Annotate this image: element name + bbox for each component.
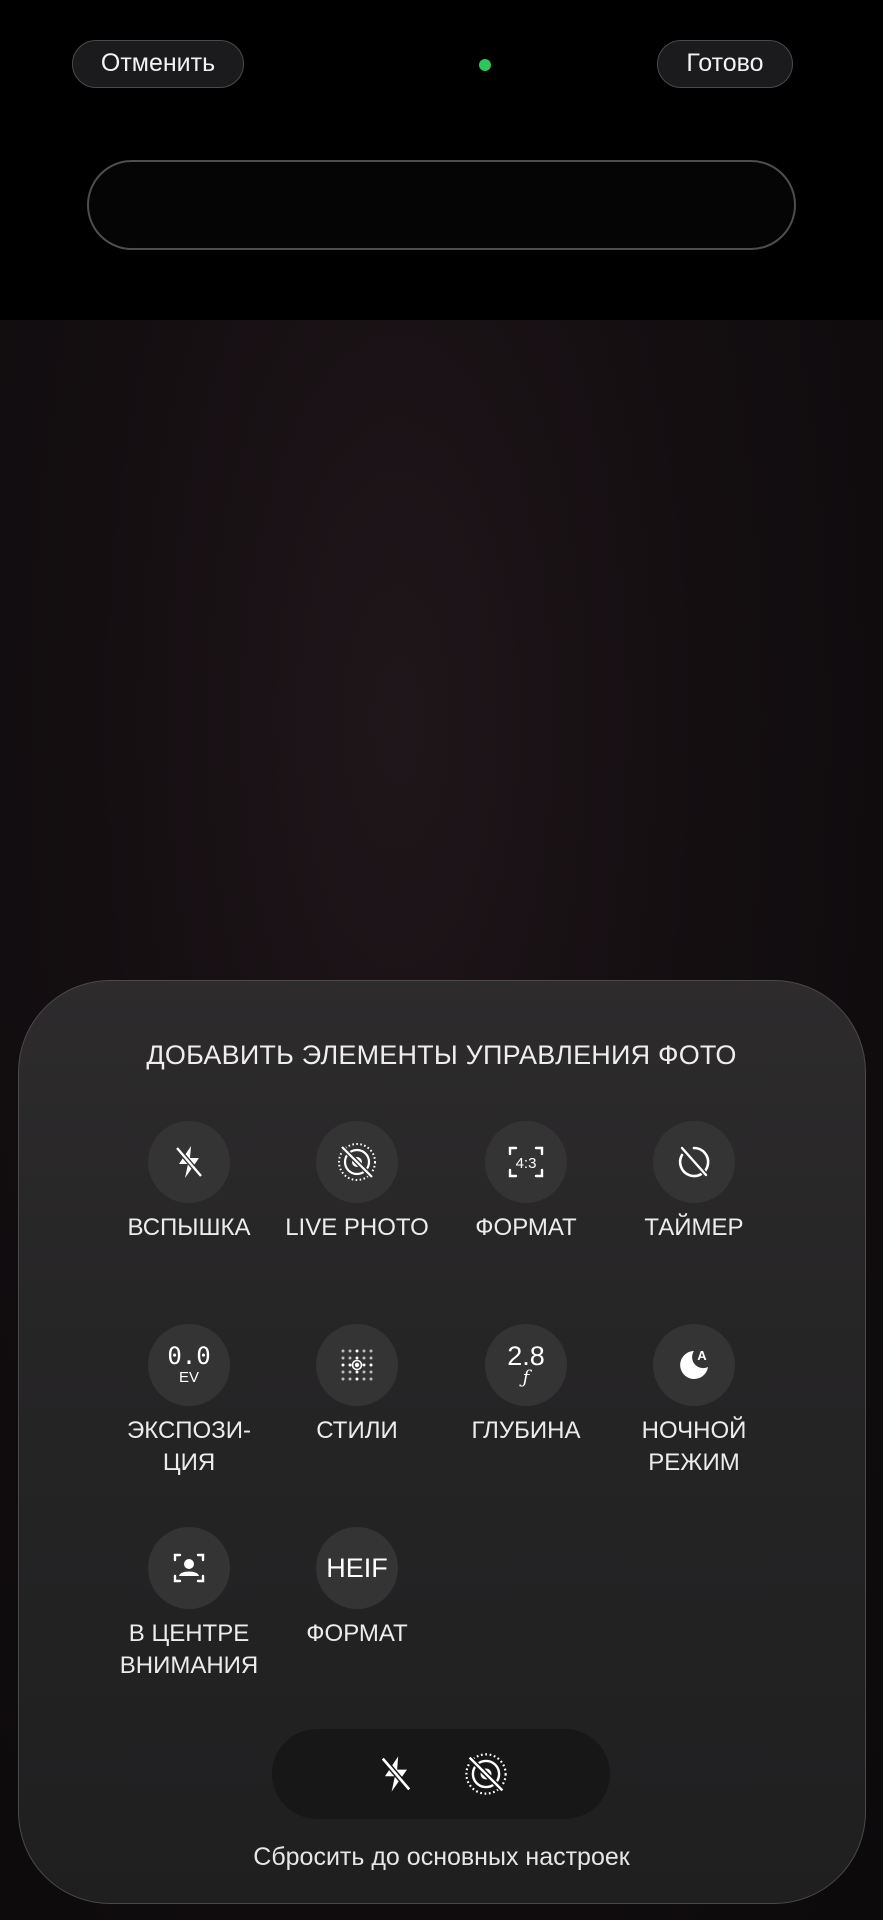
center-stage-icon: [173, 1553, 205, 1583]
top-bar: Отменить Готово: [0, 0, 883, 320]
control-live-photo[interactable]: [316, 1121, 398, 1203]
night-mode-badge: A: [697, 1348, 707, 1363]
styles-dot: [348, 1370, 352, 1374]
styles-dot: [355, 1349, 359, 1353]
styles-dot: [362, 1356, 366, 1360]
flash-off-icon[interactable]: [374, 1752, 418, 1796]
flash-off-icon: [175, 1146, 203, 1178]
styles-dot: [341, 1356, 345, 1360]
control-heif-format[interactable]: HEIF: [316, 1527, 398, 1609]
reset-controls-button[interactable]: Сбросить до основных настроек: [0, 1843, 883, 1872]
styles-dot: [348, 1349, 352, 1353]
control-styles[interactable]: [316, 1324, 398, 1406]
control-label: ФОРМАТ: [475, 1214, 577, 1241]
control-label: НОЧНОЙ РЕЖИМ: [641, 1417, 747, 1476]
cancel-button[interactable]: Отменить: [72, 40, 244, 88]
styles-dot: [362, 1377, 366, 1381]
control-center-stage[interactable]: [148, 1527, 230, 1609]
svg-text:4:3: 4:3: [516, 1155, 537, 1172]
controls-dock: [272, 1729, 610, 1819]
styles-icon: [341, 1349, 373, 1381]
control-aspect-ratio[interactable]: 4:3: [485, 1121, 567, 1203]
styles-dot: [369, 1349, 373, 1353]
sheet-title: ДОБАВИТЬ ЭЛЕМЕНТЫ УПРАВЛЕНИЯ ФОТО: [146, 1040, 737, 1070]
aspect-ratio-icon: 4:3: [508, 1146, 544, 1178]
control-label: В ЦЕНТРЕ ВНИМАНИЯ: [119, 1620, 259, 1679]
depth-value: 2.8: [507, 1341, 545, 1371]
timer-off-icon: [678, 1146, 710, 1178]
live-photo-off-icon: [338, 1143, 376, 1181]
control-label: ЭКСПОЗИ- ЦИЯ: [127, 1417, 251, 1476]
camera-in-use-indicator: [479, 59, 491, 71]
styles-dot: [362, 1370, 366, 1374]
control-label: СТИЛИ: [316, 1417, 398, 1444]
styles-dot: [348, 1356, 352, 1360]
control-flash[interactable]: [148, 1121, 230, 1203]
live-photo-off-icon[interactable]: [462, 1750, 510, 1798]
styles-dot: [369, 1363, 373, 1367]
styles-dot: [355, 1356, 359, 1360]
control-depth[interactable]: 2.8 ƒ: [485, 1324, 567, 1406]
exposure-value: 0.0: [167, 1342, 211, 1370]
styles-dot: [354, 1362, 360, 1368]
depth-unit: ƒ: [522, 1367, 530, 1388]
control-label: LIVE PHOTO: [285, 1214, 429, 1241]
styles-dot: [341, 1377, 345, 1381]
exposure-unit: EV: [178, 1369, 199, 1386]
styles-dot: [355, 1377, 359, 1381]
styles-dot: [348, 1363, 352, 1367]
control-label: ГЛУБИНА: [471, 1417, 581, 1444]
styles-dot: [341, 1349, 345, 1353]
control-label: ФОРМАТ: [306, 1620, 408, 1647]
heif-icon: HEIF: [326, 1552, 388, 1583]
control-night-mode[interactable]: A: [653, 1324, 735, 1406]
dynamic-island: [87, 160, 796, 250]
control-label: ТАЙМЕР: [644, 1214, 744, 1241]
styles-dot: [369, 1356, 373, 1360]
styles-dot: [341, 1370, 345, 1374]
styles-dot: [369, 1377, 373, 1381]
styles-dot: [348, 1377, 352, 1381]
done-button[interactable]: Готово: [657, 40, 793, 88]
styles-dot: [362, 1349, 366, 1353]
styles-dot: [341, 1363, 345, 1367]
control-label: ВСПЫШКА: [127, 1214, 251, 1241]
control-exposure[interactable]: 0.0 EV: [148, 1324, 230, 1406]
control-timer[interactable]: [653, 1121, 735, 1203]
styles-dot: [369, 1370, 373, 1374]
styles-dot: [362, 1363, 366, 1367]
styles-dot: [355, 1370, 359, 1374]
night-mode-icon: A: [680, 1348, 708, 1379]
